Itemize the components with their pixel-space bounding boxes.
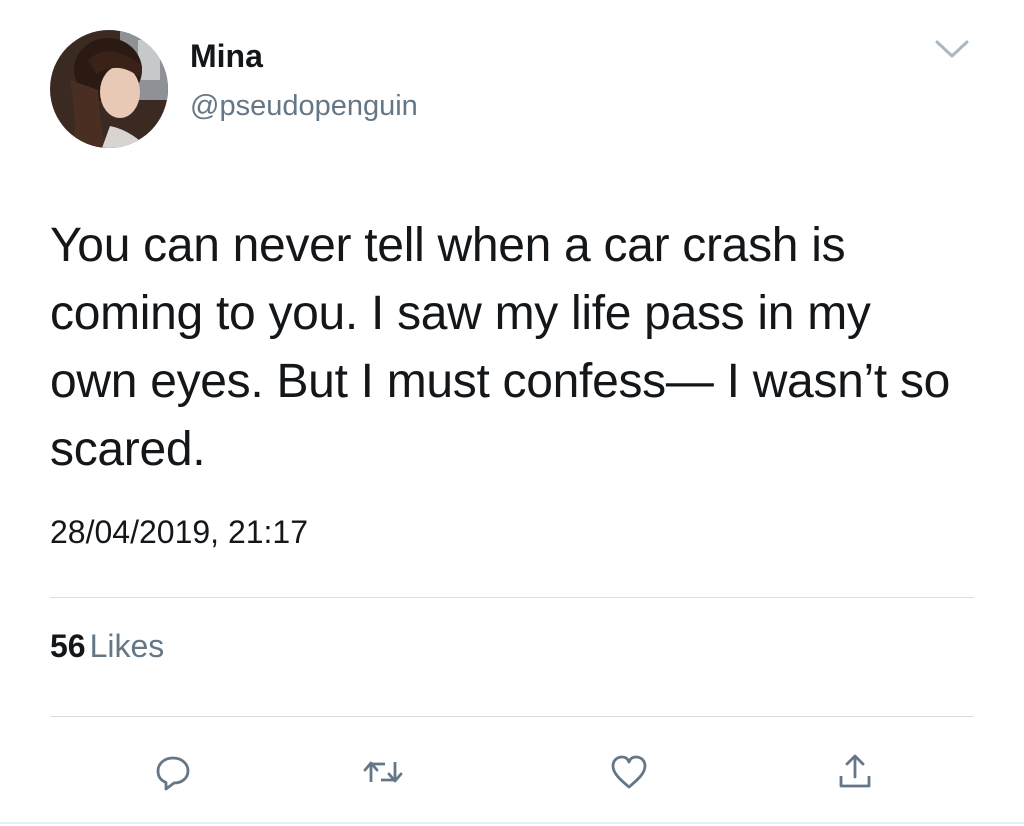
- divider: [0, 822, 1024, 824]
- heart-icon: [611, 755, 647, 789]
- likes-label: Likes: [89, 628, 165, 664]
- chevron-down-icon[interactable]: [932, 36, 972, 62]
- avatar[interactable]: [50, 30, 168, 148]
- tweet-timestamp[interactable]: 28/04/2019, 21:17: [50, 514, 308, 551]
- share-button[interactable]: [828, 745, 882, 799]
- divider: [50, 597, 974, 598]
- likes-stat[interactable]: 56 Likes: [50, 628, 164, 665]
- like-button[interactable]: [602, 745, 656, 799]
- divider: [50, 716, 974, 717]
- profile-photo-icon: [50, 30, 168, 148]
- reply-button[interactable]: [146, 745, 200, 799]
- likes-count: 56: [50, 628, 86, 664]
- share-icon: [839, 754, 871, 788]
- retweet-button[interactable]: [356, 745, 410, 799]
- display-name[interactable]: Mina: [190, 38, 263, 75]
- tweet-text: You can never tell when a car crash is c…: [50, 219, 951, 476]
- user-handle[interactable]: @pseudopenguin: [190, 90, 418, 123]
- tweet-actions: [0, 745, 1024, 805]
- retweet-icon: [363, 761, 403, 783]
- reply-icon: [156, 756, 190, 791]
